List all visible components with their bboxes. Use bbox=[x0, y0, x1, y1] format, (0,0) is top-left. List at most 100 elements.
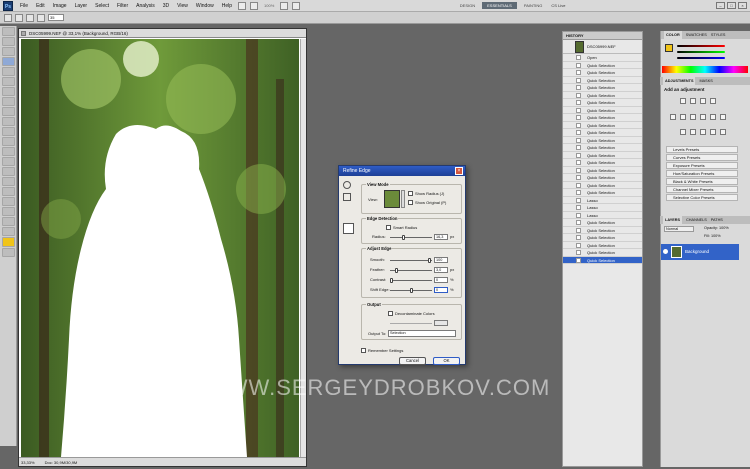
photo-filter-icon[interactable] bbox=[710, 114, 716, 120]
ok-button[interactable]: OK bbox=[433, 357, 460, 365]
clone-stamp-tool-icon[interactable] bbox=[2, 107, 15, 116]
view-dropdown-icon[interactable] bbox=[401, 190, 405, 208]
hue-saturation-icon[interactable] bbox=[680, 114, 686, 120]
quick-selection-tool-icon[interactable] bbox=[2, 57, 15, 66]
workspace-painting[interactable]: PAINTING bbox=[519, 2, 548, 9]
history-item[interactable]: Quick Selection bbox=[563, 137, 642, 144]
preset-black-white[interactable]: Black & White Presets bbox=[666, 178, 738, 185]
eyedropper-tool-icon[interactable] bbox=[2, 77, 15, 86]
blur-tool-icon[interactable] bbox=[2, 147, 15, 156]
selective-color-icon[interactable] bbox=[720, 129, 726, 135]
posterize-icon[interactable] bbox=[690, 129, 696, 135]
history-item[interactable]: Quick Selection bbox=[563, 159, 642, 167]
type-tool-icon[interactable] bbox=[2, 177, 15, 186]
hand-tool-icon[interactable] bbox=[2, 217, 15, 226]
contrast-field[interactable]: 0 bbox=[434, 277, 448, 283]
history-brush-tool-icon[interactable] bbox=[2, 117, 15, 126]
status-zoom[interactable]: 33,33% bbox=[21, 458, 35, 466]
gradient-map-icon[interactable] bbox=[710, 129, 716, 135]
history-item[interactable]: Quick Selection bbox=[563, 69, 642, 77]
tab-adjustments[interactable]: ADJUSTMENTS bbox=[663, 77, 696, 85]
zoom-tool-icon[interactable] bbox=[2, 227, 15, 236]
maximize-button[interactable]: □ bbox=[726, 2, 736, 9]
history-item[interactable]: Quick Selection bbox=[563, 107, 642, 114]
workspace-design[interactable]: DESIGN bbox=[455, 2, 480, 9]
history-item[interactable]: Quick Selection bbox=[563, 92, 642, 99]
menu-3d[interactable]: 3D bbox=[159, 3, 173, 9]
tab-swatches[interactable]: SWATCHES bbox=[686, 31, 707, 39]
smart-radius-checkbox[interactable] bbox=[386, 225, 391, 230]
menu-analysis[interactable]: Analysis bbox=[132, 3, 159, 9]
healing-tool-icon[interactable] bbox=[2, 87, 15, 96]
history-item[interactable]: Quick Selection bbox=[563, 152, 642, 159]
close-document-icon[interactable] bbox=[21, 31, 26, 36]
history-item[interactable]: Quick Selection bbox=[563, 219, 642, 227]
history-item[interactable]: Quick Selection bbox=[563, 249, 642, 257]
color-balance-icon[interactable] bbox=[690, 114, 696, 120]
dialog-title-bar[interactable]: Refine Edge × bbox=[339, 166, 465, 176]
tab-channels[interactable]: CHANNELS bbox=[686, 216, 707, 224]
output-to-select[interactable]: Selection bbox=[388, 330, 456, 337]
history-item[interactable]: Quick Selection bbox=[563, 62, 642, 69]
shape-tool-icon[interactable] bbox=[2, 197, 15, 206]
history-item[interactable]: Quick Selection bbox=[563, 122, 642, 129]
feather-slider-knob[interactable] bbox=[395, 268, 398, 273]
shift-edge-slider-knob[interactable] bbox=[410, 288, 413, 293]
preset-exposure[interactable]: Exposure Presets bbox=[666, 162, 738, 169]
history-item[interactable]: Quick Selection bbox=[563, 84, 642, 92]
brush-picker-icon[interactable] bbox=[37, 13, 45, 22]
visibility-eye-icon[interactable] bbox=[663, 249, 668, 254]
path-selection-tool-icon[interactable] bbox=[2, 187, 15, 196]
hand-tool-icon[interactable] bbox=[280, 1, 289, 10]
mini-bridge-icon[interactable] bbox=[250, 1, 259, 10]
preset-selective-color[interactable]: Selective Color Presets bbox=[666, 194, 738, 201]
menu-layer[interactable]: Layer bbox=[71, 3, 92, 9]
history-item[interactable]: Quick Selection bbox=[563, 227, 642, 234]
tab-layers[interactable]: LAYERS bbox=[663, 216, 683, 224]
new-selection-icon[interactable] bbox=[15, 13, 23, 22]
tab-color[interactable]: COLOR bbox=[664, 31, 682, 39]
move-tool-icon[interactable] bbox=[2, 27, 15, 36]
radius-field[interactable]: 16,3 bbox=[434, 234, 448, 240]
bridge-icon[interactable] bbox=[238, 1, 247, 10]
menu-window[interactable]: Window bbox=[192, 3, 218, 9]
green-slider[interactable] bbox=[677, 51, 725, 53]
contrast-slider-knob[interactable] bbox=[390, 278, 393, 283]
document-tab[interactable]: DSC05999.NEF @ 33,1% (Background, RGB/16… bbox=[19, 29, 306, 38]
gradient-tool-icon[interactable] bbox=[2, 137, 15, 146]
radius-slider-knob[interactable] bbox=[402, 235, 405, 240]
menu-help[interactable]: Help bbox=[218, 3, 236, 9]
preset-channel-mixer[interactable]: Channel Mixer Presets bbox=[666, 186, 738, 193]
history-item[interactable]: Open bbox=[563, 54, 642, 62]
hand-icon[interactable] bbox=[343, 193, 351, 201]
history-item[interactable]: Quick Selection bbox=[563, 77, 642, 84]
shift-edge-field[interactable]: 0 bbox=[434, 287, 448, 293]
menu-filter[interactable]: Filter bbox=[113, 3, 132, 9]
remember-settings-checkbox[interactable] bbox=[361, 348, 366, 353]
tab-history[interactable]: HISTORY bbox=[566, 33, 584, 38]
smooth-slider-track[interactable] bbox=[390, 260, 432, 261]
history-item[interactable]: Quick Selection bbox=[563, 174, 642, 182]
view-thumbnail[interactable] bbox=[384, 190, 400, 208]
close-button[interactable]: × bbox=[737, 2, 747, 9]
history-item[interactable]: Quick Selection bbox=[563, 256, 642, 264]
minimize-button[interactable]: – bbox=[715, 2, 725, 9]
3d-tool-icon[interactable] bbox=[2, 207, 15, 216]
history-item[interactable]: Quick Selection bbox=[563, 114, 642, 122]
menu-select[interactable]: Select bbox=[91, 3, 113, 9]
history-item[interactable]: Lasso bbox=[563, 204, 642, 212]
history-item[interactable]: Lasso bbox=[563, 212, 642, 219]
tool-preset-icon[interactable] bbox=[4, 13, 12, 22]
foreground-color-swatch[interactable] bbox=[665, 44, 673, 52]
levels-icon[interactable] bbox=[690, 98, 696, 104]
contrast-slider-track[interactable] bbox=[390, 280, 432, 281]
feather-field[interactable]: 3,0 bbox=[434, 267, 448, 273]
history-item[interactable]: Quick Selection bbox=[563, 234, 642, 242]
preset-hue-saturation[interactable]: Hue/Saturation Presets bbox=[666, 170, 738, 177]
curves-icon[interactable] bbox=[700, 98, 706, 104]
history-item[interactable]: Quick Selection bbox=[563, 242, 642, 249]
history-item[interactable]: Lasso bbox=[563, 197, 642, 204]
exposure-icon[interactable] bbox=[710, 98, 716, 104]
tab-masks[interactable]: MASKS bbox=[699, 77, 712, 85]
workspace-essentials[interactable]: ESSENTIALS bbox=[482, 2, 517, 9]
